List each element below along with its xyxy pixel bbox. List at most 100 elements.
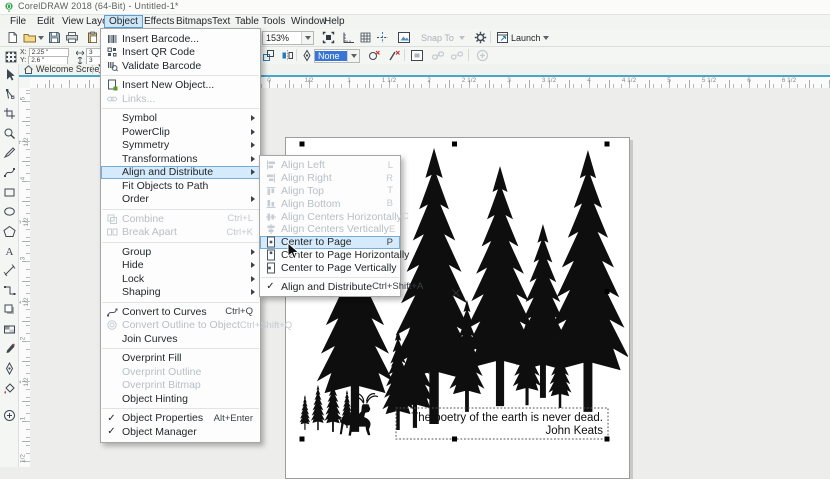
menu-item-center-to-page-horizontally[interactable]: Center to Page Horizontally bbox=[260, 249, 400, 262]
paste-button[interactable] bbox=[84, 30, 100, 45]
unlink-frames-button[interactable] bbox=[449, 48, 465, 63]
menu-item-powerclip[interactable]: PowerClip bbox=[101, 125, 260, 139]
dimension-tool[interactable] bbox=[1, 262, 17, 279]
menu-item-insert-qr-code[interactable]: Insert QR Code bbox=[101, 46, 260, 60]
eyedropper-tool[interactable] bbox=[1, 340, 17, 357]
add-tools-tool[interactable] bbox=[1, 407, 17, 424]
zoom-combo-button[interactable] bbox=[301, 32, 313, 44]
menu-item-validate-barcode[interactable]: Validate Barcode bbox=[101, 59, 260, 73]
menu-item-align-and-distribute[interactable]: ✓Align and DistributeCtrl+Shift+A bbox=[260, 280, 400, 293]
polygon-tool[interactable] bbox=[1, 223, 17, 240]
transparency-icon bbox=[3, 323, 16, 336]
launch-dropdown[interactable] bbox=[541, 30, 551, 45]
zoom-tool[interactable] bbox=[1, 125, 17, 142]
outline-width-value: None bbox=[315, 51, 347, 61]
show-guidelines-button[interactable] bbox=[374, 30, 390, 45]
show-rulers-icon bbox=[342, 31, 355, 44]
selection-handle[interactable] bbox=[300, 142, 305, 147]
preview-selected-button[interactable] bbox=[396, 30, 412, 45]
selection-handle[interactable] bbox=[605, 437, 610, 442]
link-frames-button[interactable] bbox=[430, 48, 446, 63]
menu-item-convert-to-curves[interactable]: Convert to CurvesCtrl+Q bbox=[101, 305, 260, 319]
menu-item-align-and-distribute[interactable]: Align and Distribute bbox=[101, 166, 260, 180]
add-frame-button[interactable] bbox=[474, 48, 490, 63]
save-button[interactable] bbox=[46, 30, 62, 45]
outline-width-dropdown[interactable] bbox=[347, 50, 359, 62]
rectangle-tool[interactable] bbox=[1, 184, 17, 201]
snap-to-label[interactable]: Snap To bbox=[421, 33, 454, 43]
new-document-button[interactable] bbox=[4, 30, 20, 45]
links-icon bbox=[106, 93, 118, 105]
full-screen-preview-button[interactable] bbox=[320, 30, 336, 45]
two-point-line-tool[interactable] bbox=[1, 164, 17, 181]
chevron-down-icon bbox=[38, 36, 44, 40]
menu-item-lock[interactable]: Lock bbox=[101, 272, 260, 286]
menu-tools[interactable]: Tools bbox=[258, 15, 289, 28]
menu-item-hide[interactable]: Hide bbox=[101, 259, 260, 273]
menu-item-overprint-fill[interactable]: Overprint Fill bbox=[101, 352, 260, 366]
show-rulers-button[interactable] bbox=[340, 30, 356, 45]
menu-item-join-curves[interactable]: Join Curves bbox=[101, 332, 260, 346]
crop-tool[interactable] bbox=[1, 105, 17, 122]
selection-handle[interactable] bbox=[605, 289, 610, 294]
launch-label[interactable]: Launch bbox=[511, 33, 541, 43]
page-h-icon-slot bbox=[260, 249, 281, 261]
scale-factor-button[interactable] bbox=[260, 48, 276, 63]
outline-width-combo[interactable]: None bbox=[314, 49, 360, 63]
open-dropdown-button[interactable] bbox=[36, 30, 45, 45]
quote-text-object[interactable]: The poetry of the earth is never dead. J… bbox=[396, 408, 608, 439]
mirror-button[interactable] bbox=[279, 48, 295, 63]
object-origin-button[interactable] bbox=[3, 49, 19, 64]
pick-tool[interactable] bbox=[1, 66, 17, 83]
outline-pen-quick-button[interactable] bbox=[299, 48, 315, 63]
ellipse-tool[interactable] bbox=[1, 203, 17, 220]
selection-handle[interactable] bbox=[452, 437, 457, 442]
outline-pen-tool[interactable] bbox=[1, 360, 17, 377]
menu-item-object-manager[interactable]: ✓Object Manager bbox=[101, 425, 260, 439]
remove-outline-button[interactable] bbox=[386, 48, 402, 63]
shape-tool[interactable] bbox=[1, 86, 17, 103]
options-button[interactable] bbox=[472, 30, 488, 45]
text-tool[interactable]: A bbox=[1, 242, 17, 259]
menu-item-symbol[interactable]: Symbol bbox=[101, 112, 260, 126]
snap-to-dropdown[interactable] bbox=[457, 30, 467, 45]
connector-tool[interactable] bbox=[1, 282, 17, 299]
print-button[interactable] bbox=[64, 30, 80, 45]
menu-item-center-to-page[interactable]: Center to PageP bbox=[260, 236, 400, 249]
interactive-fill-tool[interactable] bbox=[1, 380, 17, 397]
menu-item-label: Align Bottom bbox=[281, 198, 387, 210]
selection-handle[interactable] bbox=[452, 142, 457, 147]
menu-edit[interactable]: Edit bbox=[33, 15, 58, 28]
menu-item-label: Align and Distribute bbox=[281, 281, 372, 293]
remove-fill-button[interactable] bbox=[366, 48, 382, 63]
menu-item-transformations[interactable]: Transformations bbox=[101, 152, 260, 166]
menu-item-group[interactable]: Group bbox=[101, 245, 260, 259]
menu-item-insert-barcode[interactable]: Insert Barcode... bbox=[101, 32, 260, 46]
drop-shadow-icon bbox=[3, 303, 16, 316]
menu-item-center-to-page-vertically[interactable]: Center to Page Vertically bbox=[260, 261, 400, 274]
menu-help[interactable]: Help bbox=[320, 15, 349, 28]
menu-file[interactable]: File bbox=[6, 15, 30, 28]
menu-item-symmetry[interactable]: Symmetry bbox=[101, 139, 260, 153]
zoom-level-combo[interactable]: 153% bbox=[262, 31, 314, 45]
menu-item-object-hinting[interactable]: Object Hinting bbox=[101, 392, 260, 406]
submenu-arrow-icon bbox=[251, 115, 255, 121]
freehand-tool[interactable] bbox=[1, 144, 17, 161]
selection-handle[interactable] bbox=[605, 142, 610, 147]
menu-item-fit-objects-to-path[interactable]: Fit Objects to Path bbox=[101, 179, 260, 193]
polygon-icon bbox=[3, 225, 16, 238]
menu-item-label: Center to Page Vertically bbox=[281, 262, 400, 274]
launch-button[interactable] bbox=[494, 30, 510, 45]
drop-shadow-tool[interactable] bbox=[1, 301, 17, 318]
menu-item-order[interactable]: Order bbox=[101, 193, 260, 207]
pick-icon bbox=[3, 68, 16, 81]
menu-item-label: Order bbox=[122, 193, 251, 205]
show-grid-button[interactable] bbox=[357, 30, 373, 45]
selection-handle[interactable] bbox=[300, 437, 305, 442]
menu-item-object-properties[interactable]: ✓Object PropertiesAlt+Enter bbox=[101, 412, 260, 426]
menu-item-shaping[interactable]: Shaping bbox=[101, 286, 260, 300]
wrap-text-button[interactable] bbox=[409, 48, 425, 63]
transparency-tool[interactable] bbox=[1, 321, 17, 338]
menu-object[interactable]: Object bbox=[104, 15, 143, 28]
menu-item-insert-new-object[interactable]: Insert New Object... bbox=[101, 79, 260, 93]
